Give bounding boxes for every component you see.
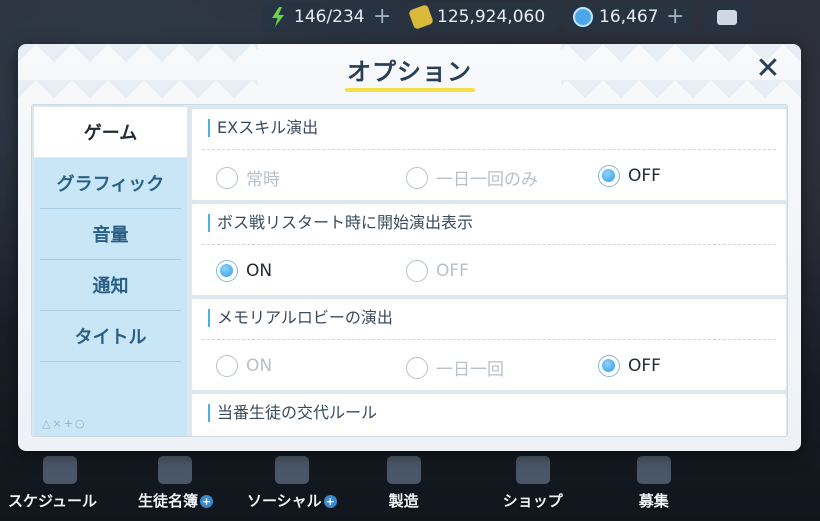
setting-boss-restart-intro: ボス戦リスタート時に開始演出表示 ON OFF [192, 204, 786, 295]
option-once-a-day[interactable]: 一日一回のみ [406, 165, 538, 190]
option-off[interactable]: OFF [406, 260, 469, 282]
radio-selected-icon [598, 355, 620, 377]
setting-ex-skill-effect: EXスキル演出 常時 一日一回のみ OFF [192, 109, 786, 200]
option-label: ON [246, 261, 273, 281]
nav-plus-icon: + [199, 495, 213, 508]
option-on[interactable]: ON [216, 260, 272, 282]
nav-social[interactable]: ソーシャル + [246, 456, 337, 511]
schedule-icon [42, 456, 77, 484]
ap-lightning-icon [268, 7, 288, 27]
briefcase-icon [717, 9, 738, 25]
setting-title: EXスキル演出 [208, 119, 318, 137]
sidebar-item-game[interactable]: ゲーム [34, 107, 187, 158]
divider [202, 149, 776, 150]
social-icon [274, 456, 309, 484]
gems-counter[interactable]: 16,467 + [564, 2, 697, 32]
nav-recruit[interactable]: 募集 [636, 456, 671, 511]
controller-symbols: △×+○ [42, 417, 87, 430]
option-label: 一日一回 [436, 360, 504, 380]
ap-counter[interactable]: 146/234 + [258, 2, 403, 32]
radio-icon [406, 356, 428, 379]
roster-icon [158, 456, 193, 484]
nav-label: スケジュール [8, 492, 97, 510]
shop-icon [515, 456, 550, 484]
option-label: OFF [628, 356, 661, 376]
nav-schedule[interactable]: スケジュール+ [8, 456, 112, 511]
options-sidebar: ゲーム グラフィック 音量 通知 タイトル △×+○ [34, 107, 187, 436]
option-always[interactable]: 常時 [216, 165, 280, 190]
nav-shop[interactable]: ショップ [502, 456, 563, 511]
radio-icon [216, 166, 238, 189]
resource-bar: 146/234 + 125,924,060 16,467 + [258, 0, 820, 34]
title-underline [344, 88, 475, 92]
ap-add-button[interactable]: + [373, 4, 391, 29]
ap-value: 146/234 [294, 7, 365, 27]
credits-icon [408, 4, 434, 30]
gems-value: 16,467 [599, 7, 659, 27]
option-label: ON [246, 356, 273, 376]
setting-title: メモリアルロビーの演出 [208, 309, 393, 327]
nav-label: ショップ [502, 492, 563, 510]
option-label: OFF [628, 166, 661, 186]
option-label: 一日一回のみ [436, 170, 538, 190]
recruit-icon [636, 456, 671, 484]
bottom-nav: スケジュール+ 生徒名簿+ ソーシャル+ 製造 ショップ 募集 [0, 449, 820, 521]
option-label: 常時 [246, 170, 280, 190]
nav-label: ソーシャル [246, 492, 322, 510]
sidebar-item-title[interactable]: タイトル [40, 311, 181, 362]
nav-label: 製造 [388, 492, 419, 510]
sidebar-item-graphics[interactable]: グラフィック [40, 158, 181, 209]
nav-crafting[interactable]: 製造 [386, 456, 421, 511]
pyroxene-gem-icon [573, 7, 594, 27]
crafting-icon [386, 456, 421, 484]
option-off[interactable]: OFF [598, 355, 661, 377]
radio-icon [406, 166, 428, 189]
divider [202, 244, 776, 245]
option-on[interactable]: ON [216, 355, 272, 377]
menu-button[interactable] [703, 2, 752, 32]
gems-add-button[interactable]: + [667, 4, 685, 29]
nav-label: 生徒名簿 [137, 492, 198, 510]
setting-title: 当番生徒の交代ルール [208, 404, 377, 422]
radio-icon [406, 260, 428, 282]
sidebar-item-notifications[interactable]: 通知 [40, 260, 181, 311]
nav-plus-icon: + [323, 495, 337, 508]
setting-memorial-lobby: メモリアルロビーの演出 ON 一日一回 OFF [192, 299, 786, 390]
option-once-a-day[interactable]: 一日一回 [406, 355, 504, 380]
credits-counter: 125,924,060 [401, 2, 565, 32]
radio-selected-icon [598, 165, 620, 187]
credits-value: 125,924,060 [437, 7, 546, 27]
nav-student-roster[interactable]: 生徒名簿 + [137, 456, 213, 511]
setting-duty-student-rotation: 当番生徒の交代ルール [192, 394, 786, 436]
settings-list[interactable]: EXスキル演出 常時 一日一回のみ OFF ボス戦リスタート時に開始演出表示 O… [192, 109, 786, 436]
options-dialog: オプション ✕ ゲーム グラフィック 音量 通知 タイトル △×+○ EXスキル… [18, 44, 801, 451]
divider [202, 339, 776, 340]
radio-selected-icon [216, 260, 238, 282]
radio-icon [216, 355, 238, 377]
option-label: OFF [436, 261, 469, 281]
setting-title: ボス戦リスタート時に開始演出表示 [208, 214, 473, 232]
option-off[interactable]: OFF [598, 165, 661, 187]
dialog-title: オプション [347, 58, 472, 86]
sidebar-item-volume[interactable]: 音量 [40, 209, 181, 260]
close-button[interactable]: ✕ [751, 52, 785, 86]
options-panel: ゲーム グラフィック 音量 通知 タイトル △×+○ EXスキル演出 常時 一日… [31, 104, 788, 437]
nav-label: 募集 [638, 492, 669, 510]
